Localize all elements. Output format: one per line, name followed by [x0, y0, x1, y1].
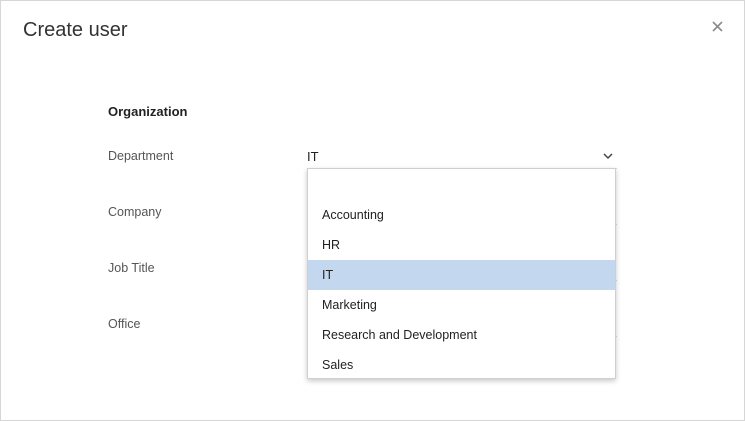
close-button[interactable] — [710, 19, 726, 35]
create-user-dialog: Create user Organization Department IT C… — [0, 0, 745, 421]
dropdown-option-it[interactable]: IT — [308, 260, 615, 290]
department-dropdown-list: Accounting HR IT Marketing Research and … — [307, 168, 616, 379]
dialog-title: Create user — [23, 19, 128, 41]
job-title-label: Job Title — [108, 261, 155, 275]
dropdown-option-marketing[interactable]: Marketing — [308, 290, 615, 320]
close-icon — [712, 21, 723, 32]
dropdown-option-sales[interactable]: Sales — [308, 350, 615, 380]
department-select[interactable]: IT — [307, 144, 617, 169]
dropdown-option-accounting[interactable]: Accounting — [308, 200, 615, 230]
dropdown-option-research-and-development[interactable]: Research and Development — [308, 320, 615, 350]
company-label: Company — [108, 205, 162, 219]
department-select-value: IT — [307, 149, 319, 164]
office-label: Office — [108, 317, 141, 331]
chevron-down-icon — [603, 153, 613, 160]
dropdown-empty-option[interactable] — [308, 169, 615, 200]
department-label: Department — [108, 149, 174, 163]
dropdown-option-hr[interactable]: HR — [308, 230, 615, 260]
section-title-organization: Organization — [108, 104, 188, 119]
